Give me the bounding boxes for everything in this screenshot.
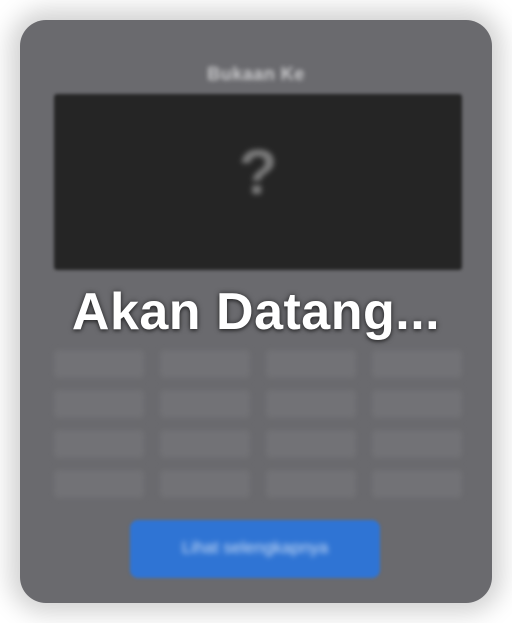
- grid-row: [54, 424, 462, 464]
- grid-cell: [266, 470, 356, 498]
- grid-cell: [54, 390, 144, 418]
- grid-cell: [160, 470, 250, 498]
- grid-cell: [160, 430, 250, 458]
- grid-cell: [372, 350, 462, 378]
- grid-cell: [54, 350, 144, 378]
- coming-soon-card: Bukaan Ke ? Akan Datang... Lihat selengk…: [20, 20, 492, 603]
- preview-panel: ?: [54, 94, 462, 270]
- grid-cell: [266, 430, 356, 458]
- coming-soon-text: Akan Datang...: [71, 283, 441, 341]
- grid-row: [54, 344, 462, 384]
- grid-cell: [54, 470, 144, 498]
- grid-cell: [372, 470, 462, 498]
- grid-cell: [160, 390, 250, 418]
- page: Bukaan Ke ? Akan Datang... Lihat selengk…: [0, 0, 512, 623]
- grid-cell: [372, 390, 462, 418]
- grid-cell: [266, 390, 356, 418]
- question-mark-icon: ?: [238, 136, 278, 208]
- grid-row: [54, 464, 462, 504]
- grid-cell: [160, 350, 250, 378]
- blurred-content-grid: [54, 344, 462, 504]
- card-title: Bukaan Ke: [207, 64, 305, 84]
- grid-row: [54, 384, 462, 424]
- grid-cell: [372, 430, 462, 458]
- cta-button[interactable]: Lihat selengkapnya: [130, 520, 380, 578]
- grid-cell: [54, 430, 144, 458]
- cta-button-label: Lihat selengkapnya: [181, 538, 329, 557]
- grid-cell: [266, 350, 356, 378]
